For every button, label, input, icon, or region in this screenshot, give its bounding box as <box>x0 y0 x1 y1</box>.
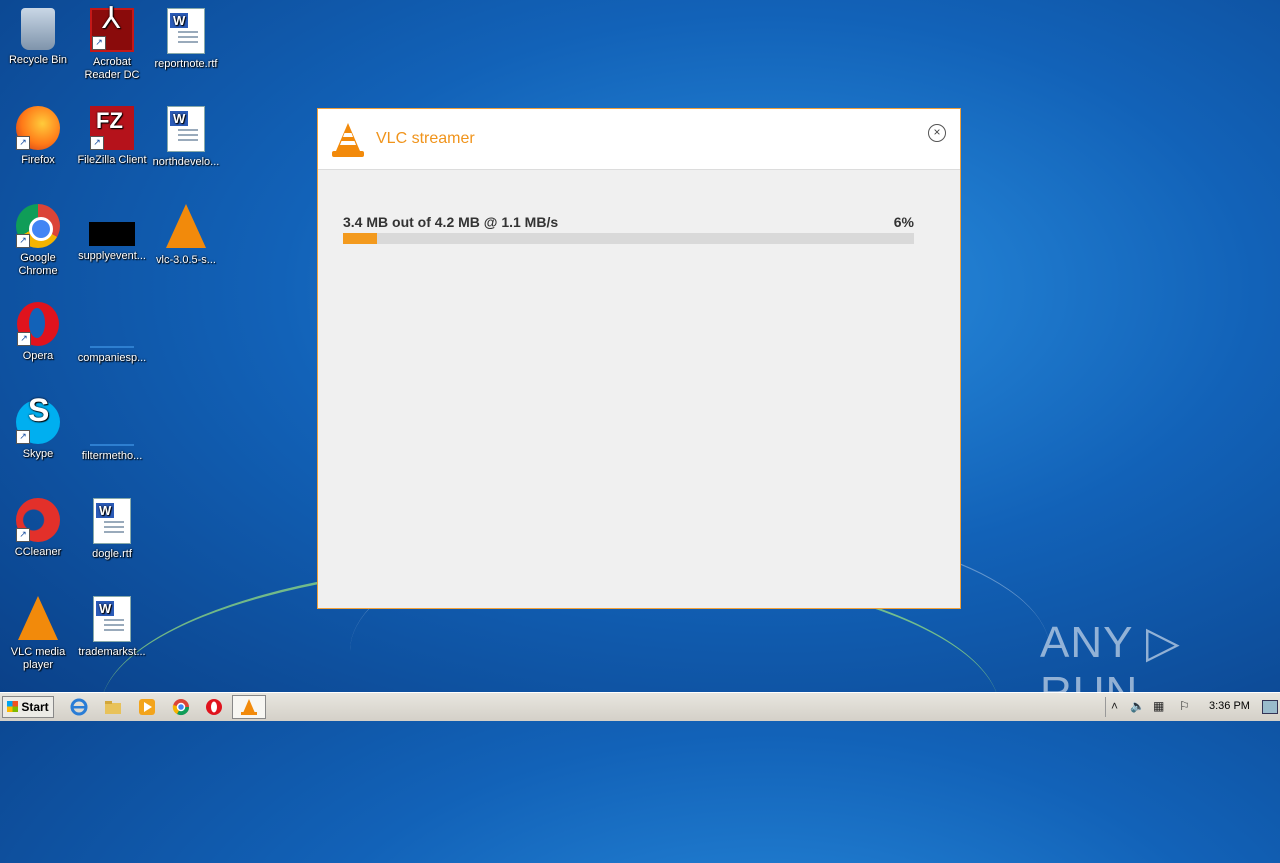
progress-status-text: 3.4 MB out of 4.2 MB @ 1.1 MB/s <box>343 214 559 230</box>
dialog-header: VLC streamer × <box>318 109 960 170</box>
desktop-icon-label: filtermetho... <box>81 450 143 462</box>
desktop-icon-recycle-bin[interactable]: Recycle Bin <box>0 8 76 67</box>
desktop-icon-acrobat[interactable]: ↗ Acrobat Reader DC <box>74 8 150 82</box>
ccleaner-icon: ↗ <box>16 498 60 542</box>
clock[interactable]: 3:36 PM <box>1209 700 1250 712</box>
taskbar: Start ˄ 🔈 ▦ ⚐ 3:36 PM <box>0 692 1280 721</box>
close-button[interactable]: × <box>928 124 946 142</box>
desktop-icon-label: FileZilla Client <box>77 154 147 166</box>
word-document-icon <box>167 106 205 152</box>
start-button[interactable]: Start <box>2 696 54 718</box>
speaker-icon[interactable]: 🔈 <box>1130 699 1145 713</box>
chrome-icon: ↗ <box>16 204 60 248</box>
vlc-cone-icon <box>241 699 257 715</box>
media-player-icon[interactable] <box>138 698 156 716</box>
word-document-icon <box>93 498 131 544</box>
vlc-cone-icon <box>18 596 58 640</box>
desktop-icon-label: northdevelo... <box>152 156 220 168</box>
desktop-icon-label: Google Chrome <box>18 252 58 277</box>
desktop-icon-chrome[interactable]: ↗ Google Chrome <box>0 204 76 278</box>
desktop-icon-dogle[interactable]: dogle.rtf <box>74 498 150 561</box>
desktop-icon-opera[interactable]: ↗ Opera <box>0 302 76 363</box>
desktop-icon-label: trademarkst... <box>78 646 146 658</box>
filezilla-icon: ↗ <box>90 106 134 150</box>
start-label: Start <box>21 700 49 714</box>
desktop-icon-label: Acrobat Reader DC <box>84 56 140 81</box>
blank-file-icon <box>90 414 134 446</box>
firefox-icon: ↗ <box>16 106 60 150</box>
desktop-icon-filezilla[interactable]: ↗ FileZilla Client <box>74 106 150 167</box>
desktop-icon-label: companiesp... <box>77 352 147 364</box>
dialog-title: VLC streamer <box>376 130 475 147</box>
desktop-icon-skype[interactable]: ↗ Skype <box>0 400 76 461</box>
progress-percent: 6% <box>893 214 914 230</box>
desktop-icon-label: dogle.rtf <box>92 548 132 560</box>
word-document-icon <box>167 8 205 54</box>
blank-file-icon <box>90 316 134 348</box>
desktop-icon-label: Opera <box>22 350 54 362</box>
desktop-icon-vlc-player[interactable]: VLC media player <box>0 596 76 672</box>
windows-logo-icon <box>7 701 19 712</box>
desktop-icon-label: Skype <box>22 448 54 460</box>
acrobat-icon: ↗ <box>90 8 134 52</box>
desktop-icon-northdevelo[interactable]: northdevelo... <box>148 106 224 169</box>
desktop-icon-trademarkst[interactable]: trademarkst... <box>74 596 150 659</box>
desktop-icon-firefox[interactable]: ↗ Firefox <box>0 106 76 167</box>
skype-icon: ↗ <box>16 400 60 444</box>
black-file-icon <box>89 222 135 246</box>
chrome-taskbar-icon[interactable] <box>172 698 190 716</box>
desktop-icon-label: Recycle Bin <box>8 54 68 66</box>
desktop-icon-ccleaner[interactable]: ↗ CCleaner <box>0 498 76 559</box>
desktop-icon-label: supplyevent... <box>78 250 146 262</box>
show-desktop-button[interactable] <box>1262 700 1278 714</box>
internet-explorer-icon[interactable] <box>70 698 88 716</box>
desktop-icon-label: vlc-3.0.5-s... <box>156 254 216 266</box>
desktop-icon-companiesp[interactable]: companiesp... <box>74 302 150 365</box>
desktop-icon-label: Firefox <box>21 154 55 166</box>
flag-icon[interactable]: ⚐ <box>1179 699 1190 713</box>
desktop-icon-vlc-installer[interactable]: vlc-3.0.5-s... <box>148 204 224 267</box>
file-explorer-icon[interactable] <box>104 698 122 716</box>
desktop-icon-label: reportnote.rtf <box>154 58 218 70</box>
desktop-icon-label: CCleaner <box>14 546 62 558</box>
chevron-up-icon[interactable]: ˄ <box>1111 699 1118 713</box>
desktop-icon-label: VLC media player <box>10 646 66 671</box>
opera-icon: ↗ <box>17 302 59 346</box>
word-document-icon <box>93 596 131 642</box>
tray-separator <box>1105 697 1106 717</box>
opera-taskbar-icon[interactable] <box>205 698 223 716</box>
desktop-icon-filtermetho[interactable]: filtermetho... <box>74 400 150 463</box>
desktop-icon-supplyevent[interactable]: supplyevent... <box>74 204 150 263</box>
progress-bar-fill <box>343 233 378 244</box>
recycle-bin-icon <box>21 8 55 50</box>
vlc-streamer-dialog: VLC streamer × 3.4 MB out of 4.2 MB @ 1.… <box>317 108 961 609</box>
vlc-cone-icon <box>332 123 364 157</box>
vlc-cone-icon <box>166 204 206 248</box>
desktop-icon-reportnote[interactable]: reportnote.rtf <box>148 8 224 71</box>
vlc-taskbar-button[interactable] <box>232 695 266 719</box>
progress-bar <box>343 233 914 244</box>
network-icon[interactable]: ▦ <box>1153 699 1164 713</box>
